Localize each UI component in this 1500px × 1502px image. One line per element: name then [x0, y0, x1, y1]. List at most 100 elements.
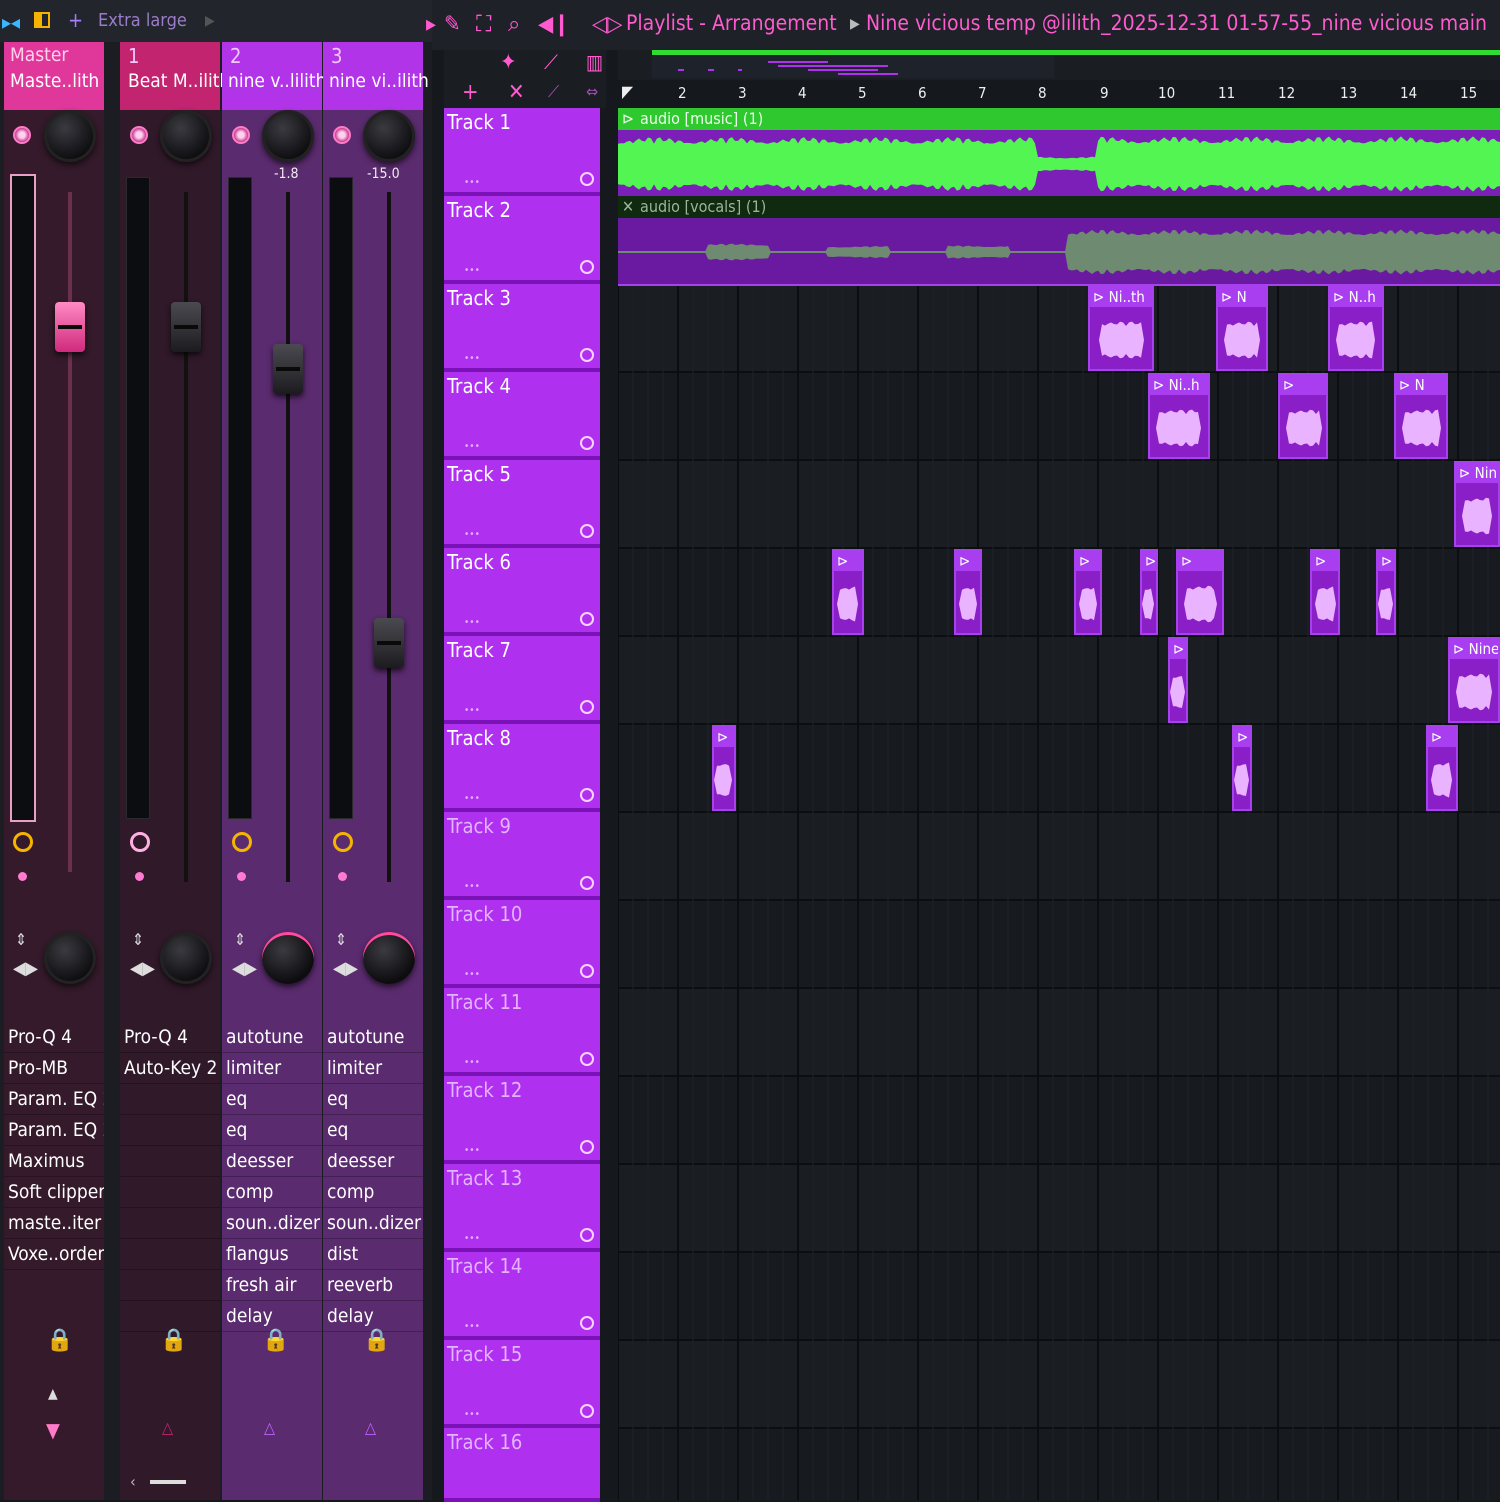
grip-dots[interactable]: ••• — [464, 881, 480, 892]
stereo-swap-icon[interactable]: ⇕ — [15, 930, 27, 949]
fx-slot[interactable]: flangus — [222, 1239, 322, 1270]
pattern-clip[interactable]: ⊳ — [1176, 549, 1224, 635]
add-icon[interactable]: + — [68, 8, 83, 32]
add-track-icon[interactable]: + — [462, 80, 479, 105]
fx-slot[interactable]: eq — [222, 1115, 322, 1146]
grip-dots[interactable]: ••• — [464, 353, 480, 364]
route-dot[interactable] — [135, 872, 144, 881]
fx-slot[interactable]: Param. EQ 2 — [4, 1084, 104, 1115]
arrow-down-icon[interactable]: ▼ — [46, 1418, 60, 1442]
fx-slot[interactable]: deesser — [323, 1146, 423, 1177]
pattern-clip[interactable]: ⊳ Nin — [1454, 461, 1500, 547]
lock-icon[interactable]: 🔒 — [46, 1328, 73, 1353]
pan-knob[interactable] — [262, 110, 314, 162]
stereo-swap-icon[interactable]: ⇕ — [132, 930, 144, 949]
mute-led[interactable] — [232, 126, 250, 144]
track-toggle[interactable] — [580, 348, 594, 362]
track-header[interactable]: Track 12 ••• — [444, 1076, 600, 1164]
track-header[interactable]: Track 5 ••• — [444, 460, 600, 548]
playlist-speaker-icon[interactable]: ◁▷ — [592, 12, 622, 37]
fx-slot[interactable]: fresh air — [222, 1270, 322, 1301]
track-toggle[interactable] — [580, 1404, 594, 1418]
pattern-clip[interactable]: ⊳ — [1074, 549, 1102, 635]
grip-dots[interactable]: ••• — [464, 705, 480, 716]
pattern-clip[interactable]: ⊳ — [1168, 637, 1188, 723]
audio-clip-music[interactable]: ⊳ audio [music] (1) — [618, 108, 1500, 198]
slice-icon[interactable]: ⟋ — [548, 82, 559, 102]
timeline-ruler[interactable]: ◤ 2 3 4 5 6 7 8 9 10 11 12 13 14 15 — [618, 80, 1500, 108]
track-toggle[interactable] — [580, 700, 594, 714]
fx-slot-empty[interactable] — [120, 1084, 220, 1115]
fx-slot[interactable]: eq — [222, 1084, 322, 1115]
fx-slot[interactable]: Pro-Q 4 — [120, 1022, 220, 1053]
mixer-strip-2[interactable]: 2 nine v..lilith -1.8 ⇕ ◀▶ autotune limi… — [222, 42, 326, 1500]
menu-arrow-icon[interactable]: ▸ — [426, 12, 436, 37]
grip-dots[interactable]: ••• — [464, 1233, 480, 1244]
grip-dots[interactable]: ••• — [464, 1409, 480, 1420]
zoom-icon[interactable]: ⌕ — [508, 12, 520, 37]
stretch-icon[interactable]: ⇔ — [586, 82, 598, 101]
pattern-clip[interactable]: ⊳ — [1140, 549, 1158, 635]
pattern-clip[interactable]: ⊳ — [1232, 725, 1252, 811]
track-toggle[interactable] — [580, 788, 594, 802]
arrangement-grid[interactable]: ⊳ audio [music] (1) ✕ audio [vocals] (1)… — [618, 108, 1500, 1500]
pan-knob[interactable] — [160, 110, 212, 162]
grip-dots[interactable]: ••• — [464, 529, 480, 540]
stereo-sep-icon[interactable]: ◀▶ — [13, 958, 38, 979]
track-toggle[interactable] — [580, 964, 594, 978]
track-header[interactable]: Track 11 ••• — [444, 988, 600, 1076]
track-toggle[interactable] — [580, 1052, 594, 1066]
track-toggle[interactable] — [580, 524, 594, 538]
volume-fader[interactable] — [273, 344, 303, 394]
stereo-sep-icon[interactable]: ◀▶ — [232, 958, 257, 979]
fx-slot[interactable]: deesser — [222, 1146, 322, 1177]
track-header[interactable]: Track 15 ••• — [444, 1340, 600, 1428]
strip-header[interactable]: Master Maste..lith — [4, 42, 104, 110]
track-toggle[interactable] — [580, 260, 594, 274]
pattern-clip[interactable]: ⊳ — [832, 549, 864, 635]
grip-dots[interactable]: ••• — [464, 1057, 480, 1068]
pattern-clip[interactable]: ⊳ N — [1216, 285, 1268, 371]
chevron-up-icon[interactable]: △ — [365, 1418, 376, 1437]
stereo-knob[interactable] — [363, 932, 415, 984]
fx-slot[interactable]: comp — [222, 1177, 322, 1208]
fx-slot[interactable]: Auto-Key 2 — [120, 1053, 220, 1084]
chevron-up-icon[interactable]: △ — [264, 1418, 275, 1437]
track-header[interactable]: Track 13 ••• — [444, 1164, 600, 1252]
fx-slot[interactable]: limiter — [222, 1053, 322, 1084]
stereo-knob[interactable] — [262, 932, 314, 984]
mute-led[interactable] — [13, 126, 31, 144]
grip-dots[interactable]: ••• — [464, 793, 480, 804]
strip-header[interactable]: 1 Beat M..ilith — [120, 42, 230, 110]
collapse-icon[interactable]: ▸◂ — [2, 10, 20, 34]
fx-slot[interactable]: soun..dizer — [222, 1208, 322, 1239]
pattern-clip[interactable]: ⊳ — [1426, 725, 1458, 811]
mixer-strip-1[interactable]: 1 Beat M..ilith ⇕ ◀▶ Pro-Q 4 Auto-Key 2 … — [120, 42, 230, 1500]
track-header[interactable]: Track 4 ••• — [444, 372, 600, 460]
snap-icon[interactable]: ✎ — [444, 12, 461, 37]
fx-slot-empty[interactable] — [120, 1115, 220, 1146]
strip-header[interactable]: 3 nine vi..ilith — [323, 42, 429, 110]
select-icon[interactable]: ⛶ — [476, 12, 491, 37]
mute-led[interactable] — [130, 126, 148, 144]
route-dot[interactable] — [338, 872, 347, 881]
volume-fader[interactable] — [171, 302, 201, 352]
fx-slot[interactable]: Pro-MB — [4, 1053, 104, 1084]
grip-dots[interactable]: ••• — [464, 617, 480, 628]
track-toggle[interactable] — [580, 1228, 594, 1242]
fx-slot[interactable]: soun..dizer — [323, 1208, 423, 1239]
route-dot[interactable] — [237, 872, 246, 881]
pattern-clip[interactable]: ⊳ — [712, 725, 736, 811]
fx-slot-empty[interactable] — [120, 1177, 220, 1208]
automation-icon[interactable]: ⟋ — [544, 50, 558, 74]
delete-icon[interactable]: ✕ — [508, 80, 525, 105]
track-header[interactable]: Track 16 — [444, 1428, 600, 1502]
mute-x-icon[interactable]: ✕ — [622, 197, 634, 216]
track-header[interactable]: Track 2 ••• — [444, 196, 600, 284]
playhead-marker-icon[interactable]: ◤ — [622, 82, 633, 101]
track-header[interactable]: Track 8 ••• — [444, 724, 600, 812]
pattern-clip[interactable]: ⊳ — [954, 549, 982, 635]
grip-dots[interactable]: ••• — [464, 969, 480, 980]
chevron-right-icon[interactable]: ▶ — [205, 13, 215, 29]
track-header[interactable]: Track 3 ••• — [444, 284, 600, 372]
